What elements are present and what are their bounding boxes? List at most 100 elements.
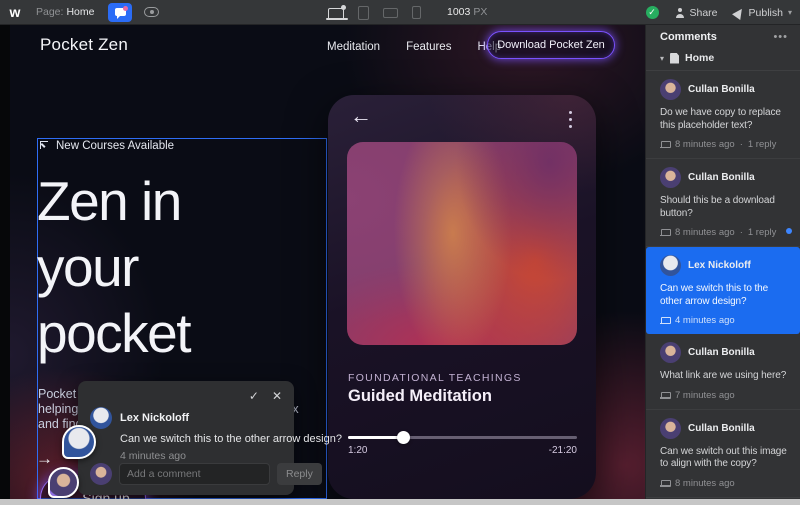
breakpoint-mini-icon (660, 141, 671, 148)
comment-author: Cullan Bonilla (688, 172, 755, 183)
webflow-logo[interactable]: w (0, 4, 30, 20)
comment-mode-button[interactable] (108, 2, 133, 22)
comment-time: 8 minutes ago (675, 227, 735, 238)
breakpoint-switcher (326, 0, 421, 25)
nav-meditation[interactable]: Meditation (327, 41, 380, 53)
saved-status-icon: ✓ (645, 6, 659, 19)
breakpoint-desktop-icon[interactable] (326, 4, 348, 20)
hero-heading-line: pocket (37, 302, 192, 364)
comment-time: 8 minutes ago (675, 477, 735, 489)
resolve-check-icon[interactable]: ✓ (249, 389, 259, 403)
back-arrow-icon[interactable]: ← (350, 103, 372, 129)
download-pocket-zen-button[interactable]: Download Pocket Zen (487, 31, 615, 59)
canvas-width-unit: PX (473, 6, 488, 18)
unread-indicator (786, 228, 792, 234)
add-comment-input[interactable] (119, 463, 270, 485)
comment-item-selected[interactable]: Lex Nickoloff Can we switch this to the … (646, 247, 800, 334)
comment-item[interactable]: Cullan Bonilla What link are we using he… (646, 334, 800, 410)
kebab-menu-icon[interactable] (569, 111, 572, 132)
meta-separator: · (739, 139, 743, 150)
preview-eye-icon[interactable] (144, 7, 160, 17)
comment-message: Can we switch out this image to align wi… (660, 445, 787, 470)
comment-message: Can we switch this to the other arrow de… (660, 283, 769, 307)
time-elapsed: 1:20 (348, 445, 368, 456)
avatar (660, 255, 681, 276)
hero-heading: Zen in your pocket (37, 168, 192, 366)
avatar (90, 407, 112, 429)
breakpoint-mini-icon (660, 317, 671, 324)
hero-heading-line: Zen in (37, 170, 182, 232)
publish-label: Publish (748, 6, 783, 19)
avatar (660, 342, 681, 363)
window-bottom-edge (0, 499, 800, 505)
breakpoint-landscape-icon[interactable] (383, 7, 398, 18)
comment-message: Do we have copy to replace this placehol… (660, 107, 781, 131)
page-group-row[interactable]: ▾ Home (646, 48, 800, 71)
canvas-width-value: 1003 (447, 6, 471, 18)
avatar (660, 417, 681, 439)
chevron-down-icon: ▾ (660, 53, 665, 63)
site-nav: Meditation Features Help (327, 41, 501, 53)
breakpoint-phone-icon[interactable] (412, 6, 421, 19)
breakpoint-tablet-icon[interactable] (358, 5, 369, 20)
page-value: Home (66, 6, 95, 18)
player-progress-track[interactable] (348, 431, 577, 444)
toolbar-right: ✓ Share Publish ▾ (645, 0, 792, 25)
phone-mockup: ← FOUNDATIONAL TEACHINGS Guided Meditati… (328, 95, 596, 499)
breakpoint-mini-icon (660, 479, 671, 487)
popup-timestamp: 4 minutes ago (120, 450, 186, 462)
comment-replies[interactable]: 1 reply (748, 139, 777, 150)
webflow-editor-window: w Page: Home 1003 PX ✓ Share Publish ▾ Pock… (0, 0, 800, 505)
reply-button[interactable]: Reply (277, 463, 322, 485)
breakpoint-mini-icon (660, 391, 671, 399)
share-label: Share (689, 6, 718, 19)
page-switcher[interactable]: Page: Home (36, 6, 94, 18)
hero-eyebrow: New Courses Available (56, 140, 175, 152)
site-logo[interactable]: Pocket Zen (40, 35, 128, 55)
comment-item[interactable]: Cullan Bonilla Should this be a download… (646, 159, 800, 247)
breakpoint-mini-icon (660, 229, 671, 236)
page-group-label: Home (685, 52, 715, 64)
player-progress-thumb[interactable] (396, 431, 410, 444)
canvas-width-readout: 1003 PX (444, 6, 487, 18)
meta-separator: · (739, 227, 743, 238)
chevron-down-icon: ▾ (787, 8, 792, 17)
comment-author: Lex Nickoloff (688, 260, 751, 271)
comments-panel-title: Comments (660, 31, 717, 43)
comment-time: 7 minutes ago (675, 389, 735, 401)
comment-item[interactable]: Cullan Bonilla Do we have copy to replac… (646, 71, 800, 159)
popup-message: Can we switch this to the other arrow de… (120, 433, 342, 445)
comments-panel: Comments ••• ▾ Home Cullan Bonilla Do we… (645, 25, 800, 505)
design-canvas[interactable]: Pocket Zen Meditation Features Help Down… (10, 25, 645, 499)
page-icon (670, 52, 680, 64)
page-label: Page: (36, 6, 64, 18)
comment-popup: ✓ ✕ Lex Nickoloff Can we switch this to … (78, 381, 342, 495)
meditation-category: FOUNDATIONAL TEACHINGS (348, 372, 522, 384)
hero-heading-line: your (37, 236, 140, 298)
publish-icon (731, 5, 746, 20)
comment-author: Cullan Bonilla (688, 422, 755, 434)
player-times: 1:20 -21:20 (348, 445, 577, 456)
comment-message: Should this be a download button? (660, 195, 775, 219)
top-toolbar: w Page: Home 1003 PX ✓ Share Publish ▾ (0, 0, 800, 25)
nav-features[interactable]: Features (406, 41, 451, 53)
hero-arrow-link[interactable]: → (36, 449, 53, 469)
share-button[interactable]: Share (675, 7, 718, 19)
comment-pin-lex[interactable] (62, 425, 96, 459)
avatar (660, 79, 681, 100)
comment-item[interactable]: Cullan Bonilla Can we switch out this im… (646, 410, 800, 498)
popup-author-name: Lex Nickoloff (120, 412, 190, 424)
comment-author: Cullan Bonilla (688, 347, 755, 358)
close-icon[interactable]: ✕ (272, 389, 282, 403)
avatar (90, 463, 112, 485)
comment-time: 4 minutes ago (675, 315, 735, 326)
comment-pin-cullan[interactable] (48, 467, 79, 498)
person-icon (675, 7, 685, 18)
publish-button[interactable]: Publish ▾ (731, 5, 792, 20)
comment-bubble-icon (114, 6, 128, 19)
comment-replies[interactable]: 1 reply (748, 227, 777, 238)
meditation-title: Guided Meditation (348, 387, 492, 405)
avatar (660, 167, 681, 188)
comment-time: 8 minutes ago (675, 139, 735, 150)
panel-menu-icon[interactable]: ••• (773, 31, 788, 43)
